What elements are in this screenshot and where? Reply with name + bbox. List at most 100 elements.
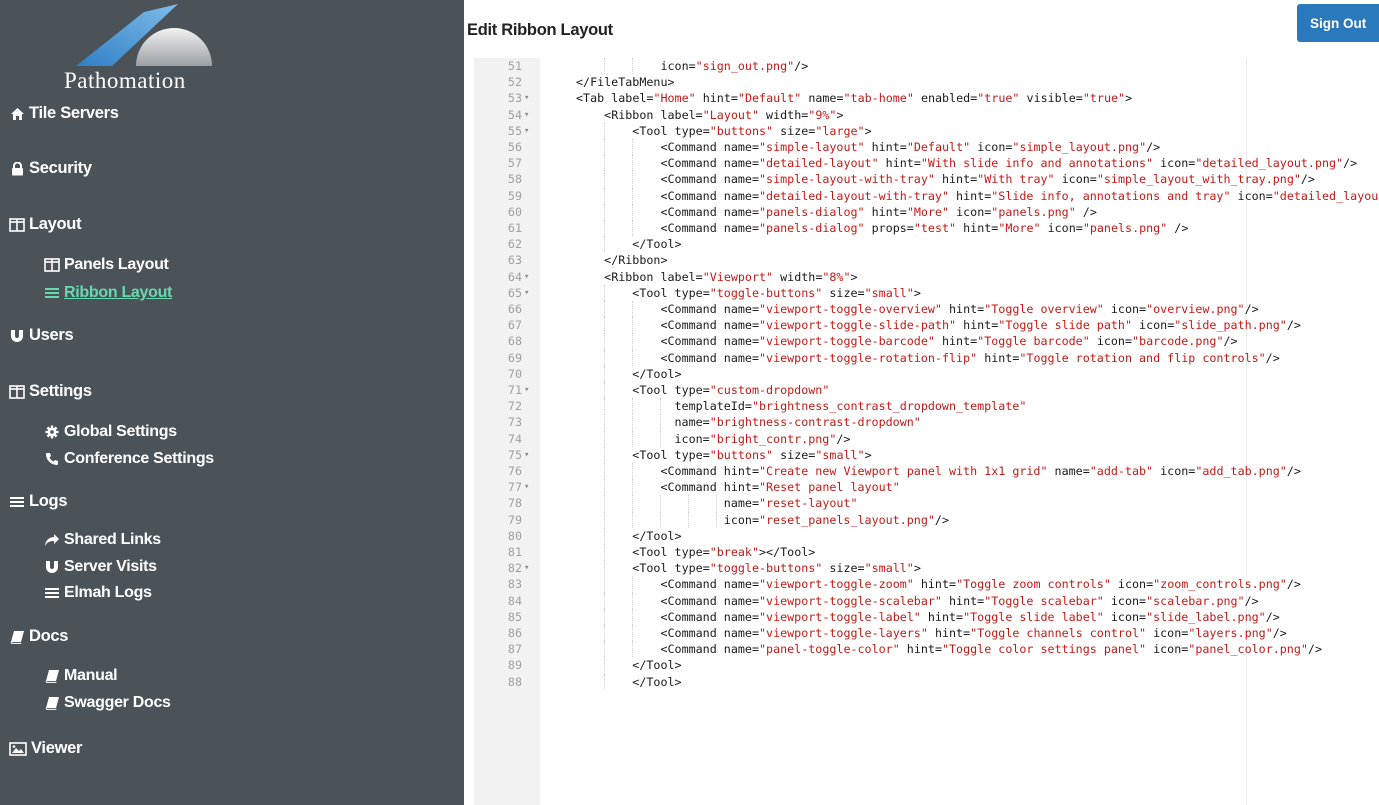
- sidebar-item-docs[interactable]: Docs: [9, 627, 68, 646]
- code-line[interactable]: 88 </Tool>: [474, 673, 1379, 690]
- code-text: </Tool>: [632, 366, 682, 381]
- code-line[interactable]: 76 <Command hint="Create new Viewport pa…: [474, 463, 1379, 480]
- fold-toggle-icon[interactable]: ▾: [524, 123, 536, 139]
- line-number: 86: [507, 626, 522, 640]
- line-number: 67: [507, 318, 522, 333]
- line-number: 74: [507, 431, 522, 446]
- picture-icon: [9, 741, 27, 757]
- code-line[interactable]: 72 templateId="brightness_contrast_dropd…: [474, 398, 1379, 415]
- sidebar-item-global-settings[interactable]: Global Settings: [44, 423, 177, 441]
- code-text: <Tab label="Home" hint="Default" name="t…: [576, 91, 1133, 106]
- code-line[interactable]: 54 ▾ <Ribbon label="Layout" width="9%">: [474, 107, 1379, 123]
- columns-icon: [9, 217, 25, 233]
- code-line[interactable]: 65 ▾ <Tool type="toggle-buttons" size="sm…: [474, 284, 1379, 301]
- code-text: <Command name="simple-layout" hint="Defa…: [660, 140, 1161, 154]
- fold-toggle-icon[interactable]: ▾: [524, 107, 536, 123]
- code-line[interactable]: 63 </Ribbon>: [474, 252, 1379, 268]
- line-number: 51: [507, 59, 522, 73]
- sidebar-item-conference-settings[interactable]: Conference Settings: [44, 450, 214, 468]
- line-number: 61: [507, 221, 522, 235]
- code-line[interactable]: 56 <Command name="simple-layout" hint="D…: [474, 139, 1379, 156]
- sidebar-item-settings[interactable]: Settings: [9, 382, 92, 401]
- code-line[interactable]: 79 icon="reset_panels_layout.png"/>: [474, 511, 1379, 528]
- code-line[interactable]: 87 <Command name="panel-toggle-color" hi…: [474, 641, 1379, 658]
- sidebar-item-manual[interactable]: Manual: [44, 667, 118, 685]
- code-text: </FileTabMenu>: [576, 75, 675, 90]
- code-line[interactable]: 80 </Tool>: [474, 527, 1379, 544]
- sidebar-item-server-visits[interactable]: Server Visits: [44, 558, 157, 576]
- code-text: icon="sign_out.png"/>: [660, 59, 809, 73]
- code-text: name="brightness-contrast-dropdown": [674, 415, 921, 430]
- code-line[interactable]: 51 icon="sign_out.png"/>: [474, 58, 1379, 75]
- xml-code-editor[interactable]: 51 icon="sign_out.png"/> 52 </FileTabMenu>…: [474, 58, 1379, 805]
- columns-icon: [9, 384, 25, 400]
- line-number: 55: [507, 123, 522, 138]
- code-text: <Command name="panels-dialog" hint="More…: [660, 204, 1097, 219]
- fold-toggle-icon[interactable]: ▾: [524, 382, 536, 398]
- sidebar-item-viewer[interactable]: Viewer: [9, 739, 82, 758]
- code-text: <Command name="viewport-toggle-barcode" …: [660, 334, 1238, 349]
- sidebar-item-security[interactable]: Security: [9, 159, 92, 178]
- code-line[interactable]: 81 <Tool type="break"></Tool>: [474, 544, 1379, 561]
- code-line[interactable]: 61 <Command name="panels-dialog" props="…: [474, 220, 1379, 237]
- code-line[interactable]: 82 ▾ <Tool type="toggle-buttons" size="sm…: [474, 560, 1379, 577]
- code-text: <Command name="panels-dialog" props="tes…: [660, 221, 1189, 235]
- code-text: icon="reset_panels_layout.png"/>: [723, 512, 949, 527]
- code-line[interactable]: 58 <Command name="simple-layout-with-tra…: [474, 171, 1379, 188]
- code-line[interactable]: 59 <Command name="detailed-layout-with-t…: [474, 187, 1379, 204]
- code-line[interactable]: 84 <Command name="viewport-toggle-scaleb…: [474, 592, 1379, 609]
- code-line[interactable]: 75 ▾ <Tool type="buttons" size="small">: [474, 446, 1379, 463]
- code-line[interactable]: 60 <Command name="panels-dialog" hint="M…: [474, 203, 1379, 220]
- code-line[interactable]: 53 ▾ <Tab label="Home" hint="Default" name…: [474, 90, 1379, 106]
- list-icon: [44, 285, 60, 301]
- code-text: templateId="brightness_contrast_dropdown…: [674, 399, 1027, 414]
- code-text: </Tool>: [632, 528, 682, 543]
- share-icon: [44, 532, 60, 548]
- pathomation-logo[interactable]: Pathomation: [56, 2, 256, 98]
- code-line[interactable]: 57 <Command name="detailed-layout" hint=…: [474, 155, 1379, 172]
- fold-toggle-icon[interactable]: ▾: [524, 447, 536, 463]
- fold-toggle-icon[interactable]: ▾: [524, 560, 536, 576]
- fold-toggle-icon[interactable]: ▾: [524, 269, 536, 285]
- sidebar-item-elmah-logs[interactable]: Elmah Logs: [44, 584, 152, 602]
- sign-out-button[interactable]: Sign Out: [1297, 4, 1379, 42]
- sidebar-item-logs[interactable]: Logs: [9, 492, 68, 511]
- sidebar-item-users[interactable]: Users: [9, 326, 74, 345]
- code-line[interactable]: 66 <Command name="viewport-toggle-overvi…: [474, 301, 1379, 318]
- code-line[interactable]: 67 <Command name="viewport-toggle-slide-…: [474, 317, 1379, 334]
- fold-toggle-icon[interactable]: ▾: [524, 479, 536, 495]
- sidebar-item-layout[interactable]: Layout: [9, 215, 82, 234]
- line-number: 59: [507, 188, 522, 203]
- code-line[interactable]: 64 ▾ <Ribbon label="Viewport" width="8%">: [474, 269, 1379, 285]
- code-line[interactable]: 71 ▾ <Tool type="custom-dropdown": [474, 382, 1379, 399]
- code-line[interactable]: 86 <Command name="viewport-toggle-layers…: [474, 625, 1379, 642]
- sidebar-item-label: Ribbon Layout: [64, 284, 173, 301]
- sidebar-item-label: Server Visits: [64, 558, 157, 575]
- code-line[interactable]: 85 <Command name="viewport-toggle-label"…: [474, 608, 1379, 625]
- code-text: <Tool type="toggle-buttons" size="small"…: [632, 561, 921, 576]
- code-text: <Command name="viewport-toggle-rotation-…: [660, 350, 1280, 365]
- sidebar-item-panels-layout[interactable]: Panels Layout: [44, 256, 169, 274]
- sidebar-item-ribbon-layout[interactable]: Ribbon Layout: [44, 284, 172, 302]
- sidebar-item-tile-servers[interactable]: Tile Servers: [9, 104, 119, 123]
- code-line[interactable]: 69 <Command name="viewport-toggle-rotati…: [474, 349, 1379, 366]
- sidebar-item-swagger-docs[interactable]: Swagger Docs: [44, 694, 171, 712]
- fold-toggle-icon[interactable]: ▾: [524, 90, 536, 106]
- code-line[interactable]: 55 ▾ <Tool type="buttons" size="large">: [474, 122, 1379, 139]
- pathomation-logo-mark: [76, 4, 212, 66]
- phone-icon: [44, 451, 60, 467]
- code-line[interactable]: 52 </FileTabMenu>: [474, 74, 1379, 90]
- code-line[interactable]: 74 icon="bright_contr.png"/>: [474, 430, 1379, 447]
- fold-toggle-icon[interactable]: ▾: [524, 285, 536, 301]
- sidebar-item-label: Panels Layout: [64, 256, 169, 273]
- code-line[interactable]: 89 </Tool>: [474, 657, 1379, 674]
- sidebar-item-shared-links[interactable]: Shared Links: [44, 531, 161, 549]
- code-line[interactable]: 62 </Tool>: [474, 236, 1379, 253]
- code-line[interactable]: 77 ▾ <Command hint="Reset panel layout": [474, 479, 1379, 496]
- code-line[interactable]: 70 </Tool>: [474, 365, 1379, 382]
- code-line[interactable]: 83 <Command name="viewport-toggle-zoom" …: [474, 576, 1379, 593]
- code-line[interactable]: 68 <Command name="viewport-toggle-barcod…: [474, 333, 1379, 350]
- code-line[interactable]: 78 name="reset-layout": [474, 495, 1379, 512]
- line-number: 89: [507, 658, 522, 673]
- code-line[interactable]: 73 name="brightness-contrast-dropdown": [474, 414, 1379, 431]
